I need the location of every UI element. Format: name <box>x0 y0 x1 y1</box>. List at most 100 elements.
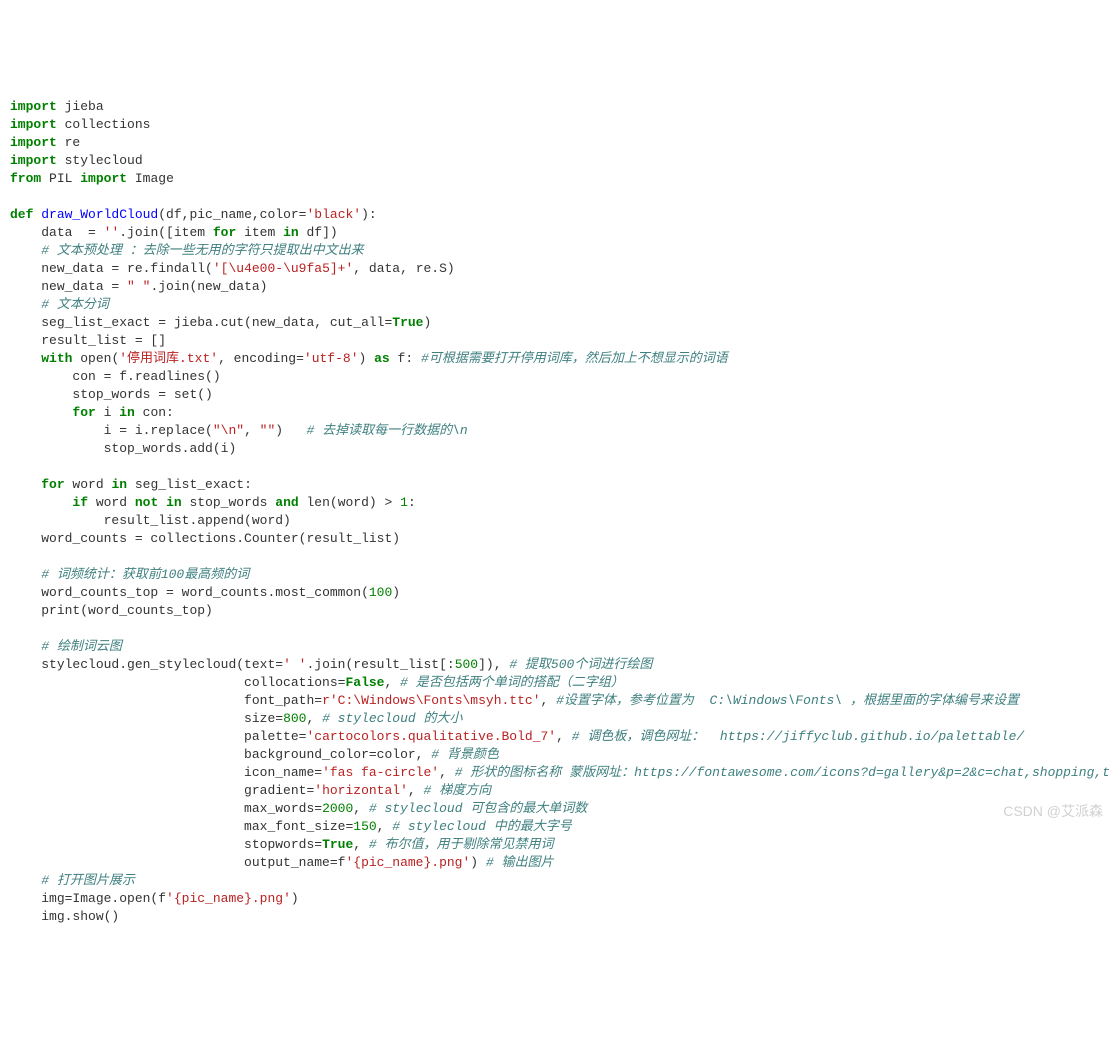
number: 2000 <box>322 801 353 816</box>
code: stylecloud.gen_stylecloud(text= <box>41 657 283 672</box>
code: collocations= <box>244 675 345 690</box>
code: con: <box>135 405 174 420</box>
code: stop_words.add(i) <box>104 441 237 456</box>
code: df]) <box>299 225 338 240</box>
keyword-import: import <box>10 135 57 150</box>
keyword-from: from <box>10 171 41 186</box>
code: i <box>96 405 119 420</box>
code: , <box>384 675 400 690</box>
code: item <box>236 225 283 240</box>
keyword-in: in <box>111 477 127 492</box>
code: icon_name= <box>244 765 322 780</box>
comment: # stylecloud 的大小 <box>322 711 462 726</box>
number: 500 <box>455 657 478 672</box>
keyword-not: not <box>135 495 158 510</box>
code: ) <box>392 585 400 600</box>
code: word_counts = collections.Counter(result… <box>41 531 400 546</box>
boolean: True <box>392 315 423 330</box>
keyword-in: in <box>166 495 182 510</box>
number: 800 <box>283 711 306 726</box>
comment: # 布尔值，用于剔除常见禁用词 <box>369 837 554 852</box>
keyword-for: for <box>72 405 95 420</box>
code: ) <box>424 315 432 330</box>
boolean: True <box>322 837 353 852</box>
code: img.show() <box>41 909 119 924</box>
number: 150 <box>353 819 376 834</box>
keyword-in: in <box>119 405 135 420</box>
string: "\n" <box>213 423 244 438</box>
comment: # 调色板，调色网址： https://jiffyclub.github.io/… <box>572 729 1024 744</box>
code: new_data = re.findall( <box>41 261 213 276</box>
code: data = <box>41 225 103 240</box>
comment: # 文本分词 <box>41 297 109 312</box>
code: , <box>353 837 369 852</box>
code: .join(result_list[: <box>306 657 454 672</box>
function-name: draw_WorldCloud <box>41 207 158 222</box>
code: i = i.replace( <box>104 423 213 438</box>
comment: # 打开图片展示 <box>41 873 135 888</box>
number: 1 <box>400 495 408 510</box>
code: font_path= <box>244 693 322 708</box>
code: ]), <box>478 657 509 672</box>
boolean: False <box>345 675 384 690</box>
code: word <box>88 495 135 510</box>
code: , <box>353 801 369 816</box>
params: (df,pic_name,color= <box>158 207 306 222</box>
module: collections <box>65 117 151 132</box>
comment: # 背景颜色 <box>431 747 499 762</box>
module: jieba <box>65 99 104 114</box>
code: palette= <box>244 729 306 744</box>
comment: # 去掉读取每一行数据的\n <box>307 423 468 438</box>
keyword-as: as <box>374 351 390 366</box>
comment: # 词频统计：获取前100最高频的词 <box>41 567 249 582</box>
code: con = f.readlines() <box>72 369 220 384</box>
string: '{pic_name}.png' <box>345 855 470 870</box>
module: PIL <box>49 171 72 186</box>
code: open( <box>72 351 119 366</box>
keyword-import: import <box>10 153 57 168</box>
code: size= <box>244 711 283 726</box>
code: result_list.append(word) <box>104 513 291 528</box>
code: ) <box>359 351 375 366</box>
keyword-for: for <box>213 225 236 240</box>
code: , <box>306 711 322 726</box>
code: , <box>408 783 424 798</box>
code: , <box>377 819 393 834</box>
comment: # 绘制词云图 <box>41 639 122 654</box>
code: : <box>408 495 416 510</box>
module: stylecloud <box>65 153 143 168</box>
keyword-import: import <box>80 171 127 186</box>
code: .join(new_data) <box>150 279 267 294</box>
comment: # 文本预处理 ：去除一些无用的字符只提取出中文出来 <box>41 243 363 258</box>
string: '{pic_name}.png' <box>166 891 291 906</box>
code: stopwords= <box>244 837 322 852</box>
code: word_counts_top = word_counts.most_commo… <box>41 585 369 600</box>
code: , data, re.S) <box>353 261 454 276</box>
code: ) <box>275 423 306 438</box>
comment: # 输出图片 <box>486 855 554 870</box>
keyword-if: if <box>72 495 88 510</box>
code: , <box>556 729 572 744</box>
code: word <box>65 477 112 492</box>
code: print(word_counts_top) <box>41 603 213 618</box>
code: stop_words = set() <box>72 387 212 402</box>
string: " " <box>127 279 150 294</box>
string: 'cartocolors.qualitative.Bold_7' <box>306 729 556 744</box>
keyword-and: and <box>275 495 298 510</box>
comment: # 提取500个词进行绘图 <box>509 657 652 672</box>
string: 'C:\Windows\Fonts\msyh.ttc' <box>330 693 541 708</box>
string: ' ' <box>283 657 306 672</box>
code: , <box>439 765 455 780</box>
params-close: ): <box>361 207 377 222</box>
comment: #可根据需要打开停用词库，然后加上不想显示的词语 <box>421 351 728 366</box>
string: 'horizontal' <box>314 783 408 798</box>
module: re <box>65 135 81 150</box>
code: seg_list_exact: <box>127 477 252 492</box>
raw-prefix: r <box>322 693 330 708</box>
code: f: <box>390 351 421 366</box>
code: seg_list_exact = jieba.cut(new_data, cut… <box>41 315 392 330</box>
code: , encoding= <box>218 351 304 366</box>
keyword-def: def <box>10 207 33 222</box>
code-block: import jieba import collections import r… <box>10 80 1099 926</box>
comment: #设置字体，参考位置为 C:\Windows\Fonts\ ，根据里面的字体编号… <box>556 693 1019 708</box>
